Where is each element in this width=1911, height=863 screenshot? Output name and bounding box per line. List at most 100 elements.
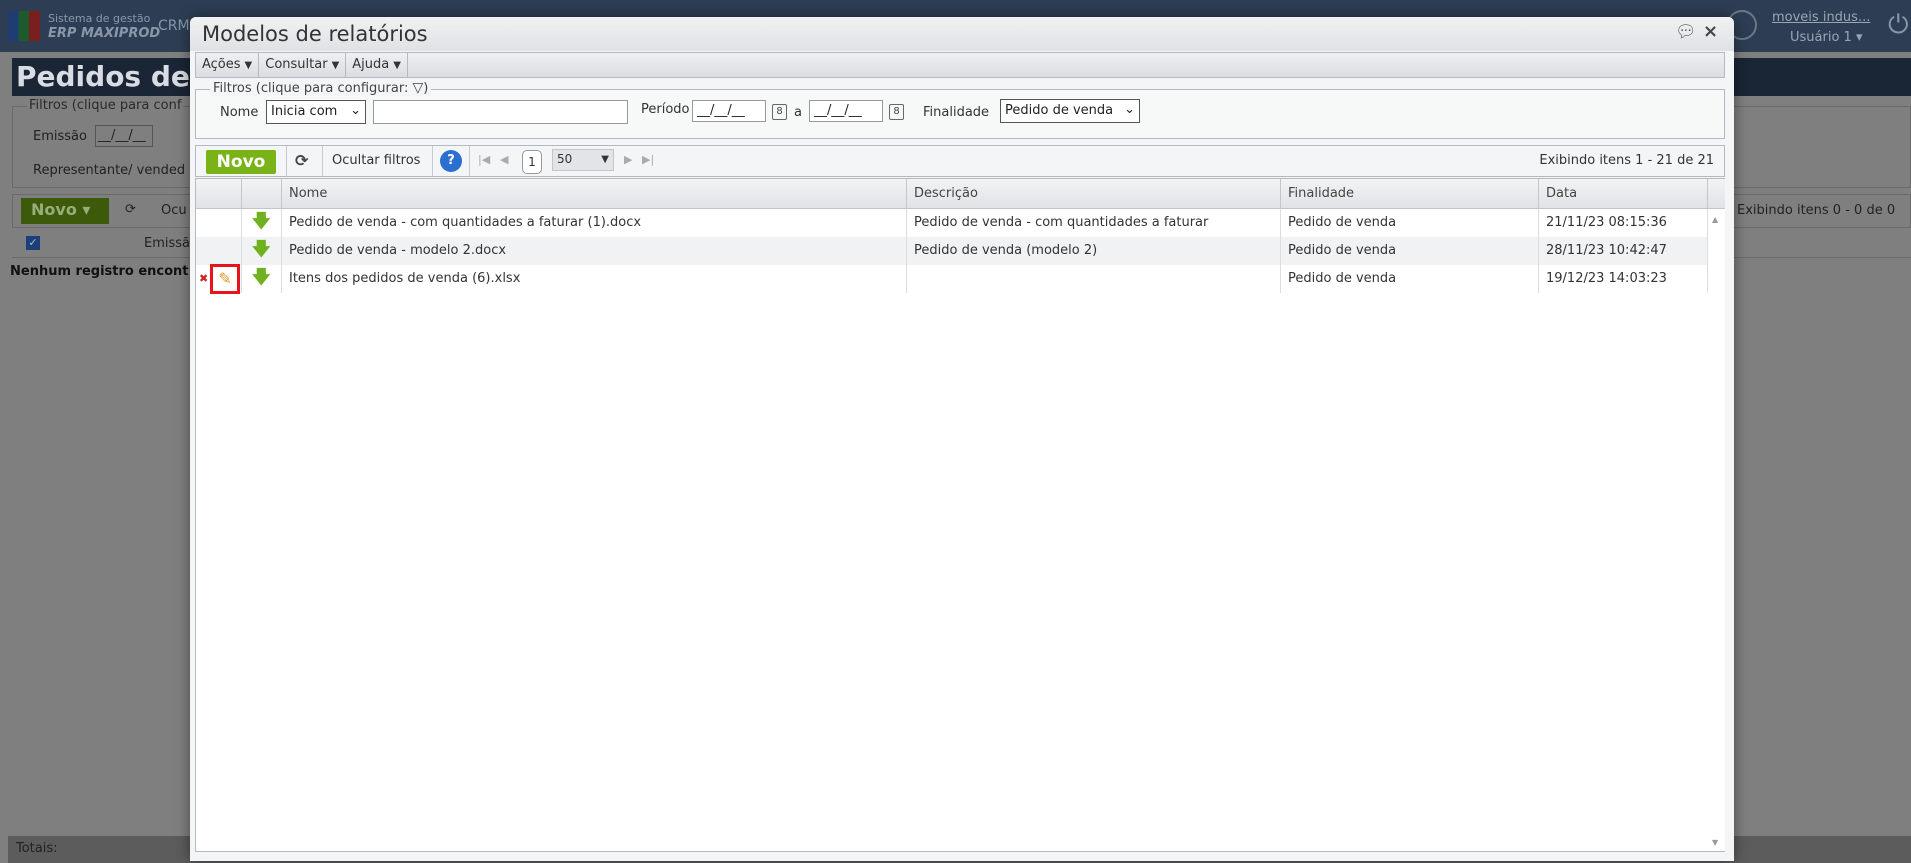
col-descricao[interactable]: Descrição (907, 179, 1281, 209)
nome-cell: Pedido de venda - com quantidades a fatu… (282, 209, 907, 237)
download-icon[interactable]: 🡇 (252, 269, 271, 287)
dialog-title: Modelos de relatórios (202, 22, 428, 46)
emissao-label: Emissão (33, 129, 87, 144)
bg-novo-button[interactable]: Novo ▾ (21, 198, 109, 224)
data-cell: 21/11/23 08:15:36 (1539, 209, 1708, 237)
grid-toolbar: Novo ⟳ Ocultar filtros ? |◀ ◀ 1 50 ▼ ▶ ▶|… (195, 145, 1725, 177)
filters-legend[interactable]: Filtros (clique para configurar: ▽) (210, 80, 432, 96)
select-all-checkbox[interactable]: ✓ (26, 236, 40, 250)
divider (322, 146, 323, 176)
finalidade-value: Pedido de venda (1005, 103, 1114, 118)
page-size-value: 50 (557, 152, 573, 166)
user-name: Usuário 1 (1790, 30, 1852, 45)
periodo-label: Período (641, 102, 690, 117)
actions-cell (196, 237, 242, 265)
download-cell: 🡇 (242, 237, 282, 265)
menu-label: Consultar (265, 57, 328, 72)
divider (469, 146, 470, 176)
finalidade-select[interactable]: Pedido de venda ⌄ (1000, 99, 1140, 123)
descricao-cell: Pedido de venda - com quantidades a fatu… (907, 209, 1281, 237)
actions-cell (196, 209, 242, 237)
periodo-to-input[interactable]: __/__/__ (809, 100, 883, 122)
col-download (242, 179, 282, 209)
table-row[interactable]: 🡇 Pedido de venda - modelo 2.docx Pedido… (196, 237, 1708, 265)
descricao-cell: Pedido de venda (modelo 2) (907, 237, 1281, 265)
hide-filters-button[interactable]: Ocultar filtros (332, 153, 420, 168)
scroll-down-icon[interactable]: ▼ (1712, 838, 1718, 847)
filters-panel: Filtros (clique para configurar: ▽) Nome… (195, 80, 1725, 139)
download-cell: 🡇 (242, 265, 282, 293)
finalidade-cell: Pedido de venda (1281, 209, 1539, 237)
descricao-cell (907, 265, 1281, 293)
nav-crm[interactable]: CRM (158, 18, 190, 34)
nome-cell: Pedido de venda - modelo 2.docx (282, 237, 907, 265)
col-nome[interactable]: Nome (282, 179, 907, 209)
representante-label: Representante/ vended (33, 163, 186, 178)
table-row[interactable]: ✖ ✎ 🡇 Itens dos pedidos de venda (6).xls… (196, 264, 1708, 294)
nome-label: Nome (220, 105, 259, 120)
calendar-icon[interactable]: 8 (772, 104, 787, 120)
page-number[interactable]: 1 (522, 150, 542, 174)
prev-page-icon[interactable]: ◀ (500, 153, 508, 166)
menu-acoes[interactable]: Ações ▼ (196, 53, 260, 77)
bg-filters-legend[interactable]: Filtros (clique para conf (27, 98, 184, 113)
calendar-icon[interactable]: 8 (889, 104, 904, 120)
bg-items-count: Exibindo itens 0 - 0 de 0 (1737, 203, 1896, 218)
vertical-scrollbar[interactable]: ▲ ▼ (1708, 209, 1725, 851)
user-menu[interactable]: Usuário 1 ▾ (1790, 30, 1862, 45)
refresh-icon[interactable]: ⟳ (295, 151, 308, 170)
download-icon[interactable]: 🡇 (252, 241, 271, 259)
finalidade-cell: Pedido de venda (1281, 237, 1539, 265)
items-count: Exibindo itens 1 - 21 de 21 (1539, 153, 1714, 168)
bg-novo-label: Novo (31, 200, 77, 219)
filters-legend-close: ) (423, 81, 429, 96)
next-page-icon[interactable]: ▶ (624, 153, 632, 166)
close-icon[interactable]: × (1703, 21, 1718, 42)
menu-ajuda[interactable]: Ajuda ▼ (346, 53, 408, 77)
bg-refresh-icon[interactable]: ⟳ (125, 202, 136, 217)
edit-icon[interactable]: ✎ (210, 264, 240, 294)
nome-input[interactable] (373, 100, 628, 124)
col-data[interactable]: Data (1539, 179, 1708, 209)
menu-consultar[interactable]: Consultar ▼ (259, 53, 347, 77)
nome-operator-select[interactable]: Inicia com ⌄ (266, 100, 366, 124)
bg-hide-filters[interactable]: Ocu (161, 203, 187, 218)
first-page-icon[interactable]: |◀ (478, 153, 490, 166)
filter-icon[interactable]: ▽ (412, 80, 423, 96)
chat-icon[interactable]: 💬︎ (1675, 22, 1697, 42)
delete-icon[interactable]: ✖ (199, 272, 208, 285)
menu-label: Ações (202, 57, 241, 72)
data-cell: 28/11/23 10:42:47 (1539, 237, 1708, 265)
scroll-up-icon[interactable]: ▲ (1712, 215, 1718, 224)
periodo-separator: a (794, 105, 802, 120)
actions-cell: ✖ ✎ (196, 264, 242, 294)
empty-message: Nenhum registro encont (10, 264, 189, 279)
filters-legend-text: Filtros (clique para configurar: (213, 81, 409, 96)
data-cell: 19/12/23 14:03:23 (1539, 265, 1708, 293)
divider (286, 146, 287, 176)
last-page-icon[interactable]: ▶| (642, 153, 654, 166)
menu-label: Ajuda (352, 57, 390, 72)
table-row[interactable]: 🡇 Pedido de venda - com quantidades a fa… (196, 209, 1708, 237)
novo-button[interactable]: Novo (206, 150, 276, 174)
help-icon[interactable]: ? (440, 150, 462, 172)
dialog-titlebar: Modelos de relatórios 💬︎ × (190, 17, 1734, 51)
report-models-dialog: Modelos de relatórios 💬︎ × Ações ▼ Consul… (190, 17, 1734, 861)
col-scroll (1708, 179, 1725, 209)
download-icon[interactable]: 🡇 (252, 213, 271, 231)
report-models-grid: Nome Descrição Finalidade Data 🡇 Pedido … (195, 178, 1725, 852)
emissao-input[interactable]: __/__/__ (95, 125, 153, 147)
periodo-from-input[interactable]: __/__/__ (692, 100, 766, 122)
totals-label: Totais: (16, 841, 58, 856)
company-link[interactable]: moveis indus... (1772, 10, 1870, 25)
finalidade-label: Finalidade (923, 105, 990, 120)
col-finalidade[interactable]: Finalidade (1281, 179, 1539, 209)
menu-bar: Ações ▼ Consultar ▼ Ajuda ▼ (195, 52, 1725, 78)
bg-col-emissao[interactable]: Emissã (144, 236, 190, 251)
logo-line2: ERP MAXIPROD (48, 26, 161, 41)
divider (432, 146, 433, 176)
page-size-select[interactable]: 50 ▼ (552, 149, 614, 171)
nome-operator-value: Inicia com (271, 104, 338, 119)
power-icon[interactable]: ⏻ (1888, 12, 1909, 38)
nome-cell: Itens dos pedidos de venda (6).xlsx (282, 265, 907, 293)
